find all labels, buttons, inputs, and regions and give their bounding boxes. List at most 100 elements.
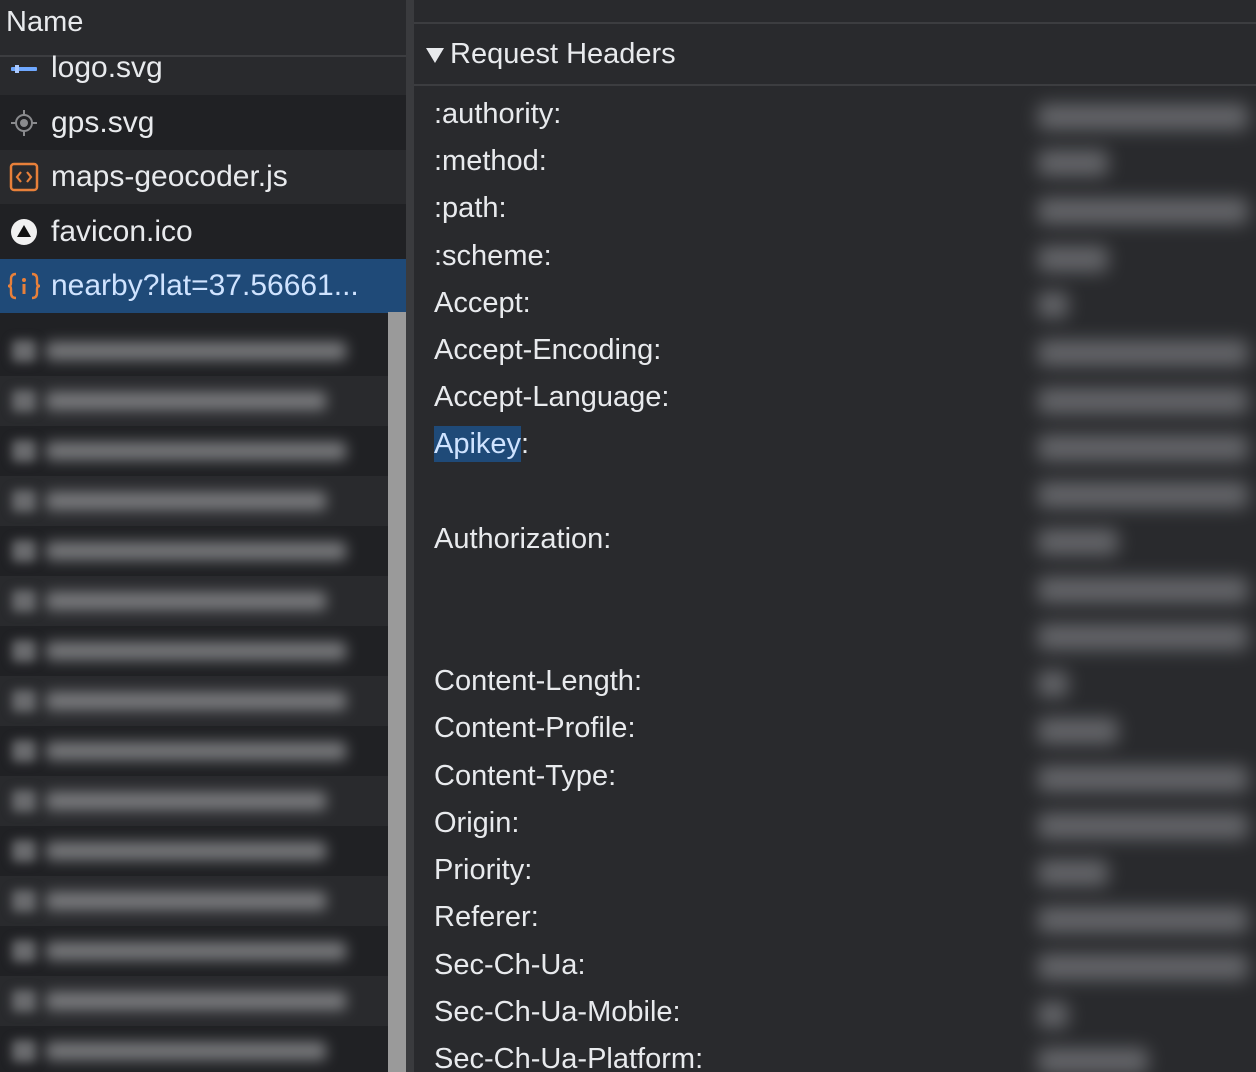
redacted-row[interactable]	[0, 826, 388, 876]
header-separator: :	[653, 334, 662, 366]
redacted-row[interactable]	[0, 876, 388, 926]
header-separator: :	[603, 523, 612, 555]
header-row: Referer:	[434, 901, 539, 934]
headers-panel: Request Headers :authority: :method: :pa…	[414, 0, 1256, 1072]
redacted-row[interactable]	[0, 926, 388, 976]
redacted-header-value	[1038, 577, 1248, 603]
redacted-row[interactable]	[0, 626, 388, 676]
header-key[interactable]: Referer	[434, 901, 531, 933]
header-row: Priority:	[434, 854, 532, 887]
redacted-header-value	[1038, 813, 1248, 839]
logo-image-icon	[6, 57, 42, 81]
redacted-header-value	[1038, 292, 1068, 318]
header-key[interactable]: Accept-Encoding	[434, 334, 653, 366]
header-row: Sec-Ch-Ua:	[434, 949, 586, 982]
header-separator: :	[522, 287, 531, 319]
header-row: Origin:	[434, 807, 519, 840]
header-key[interactable]: Content-Profile	[434, 712, 627, 744]
header-key[interactable]: Accept	[434, 287, 523, 319]
header-key[interactable]: :path	[434, 192, 499, 224]
redacted-header-value	[1038, 104, 1248, 130]
redacted-row[interactable]	[0, 326, 388, 376]
header-row: Content-Length:	[434, 665, 642, 698]
redacted-header-value	[1038, 766, 1248, 792]
redacted-row[interactable]	[0, 476, 388, 526]
header-separator: :	[543, 240, 552, 272]
request-name: favicon.ico	[51, 215, 193, 248]
redacted-row[interactable]	[0, 376, 388, 426]
request-name: nearby?lat=37.56661...	[51, 269, 359, 302]
header-row: Accept:	[434, 287, 531, 320]
redacted-row[interactable]	[0, 1026, 388, 1072]
request-headers-section-header[interactable]: Request Headers	[414, 24, 1256, 86]
gps-crosshair-icon	[6, 105, 42, 141]
redacted-header-value	[1038, 624, 1248, 650]
name-column-header[interactable]: Name	[0, 0, 406, 57]
header-row: Accept-Language:	[434, 381, 669, 414]
header-key[interactable]: Sec-Ch-Ua-Mobile	[434, 996, 673, 1028]
redacted-header-value	[1038, 907, 1248, 933]
request-name: gps.svg	[51, 106, 155, 139]
redacted-row[interactable]	[0, 676, 388, 726]
header-separator: :	[608, 760, 617, 792]
request-row-nearby[interactable]: nearby?lat=37.56661...	[0, 259, 406, 313]
redacted-header-value	[1038, 150, 1108, 176]
header-key[interactable]: Content-Type	[434, 760, 608, 792]
header-row: :path:	[434, 192, 507, 225]
redacted-row[interactable]	[0, 976, 388, 1026]
redacted-request-rows	[0, 312, 388, 1072]
header-key-highlighted[interactable]: Apikey	[434, 426, 522, 462]
redacted-row[interactable]	[0, 776, 388, 826]
redacted-header-value	[1038, 1048, 1148, 1072]
header-row: :method:	[434, 145, 547, 178]
header-key[interactable]: Priority	[434, 854, 524, 886]
request-row-gps-svg[interactable]: gps.svg	[0, 96, 406, 150]
header-key[interactable]: Sec-Ch-Ua-Platform	[434, 1043, 695, 1072]
request-row-logo-svg[interactable]: logo.svg	[0, 51, 406, 95]
redacted-row[interactable]	[0, 726, 388, 776]
header-row: :scheme:	[434, 240, 552, 273]
header-separator: :	[633, 665, 642, 697]
header-key[interactable]: :method	[434, 145, 539, 177]
header-key[interactable]: Content-Length	[434, 665, 634, 697]
header-separator: :	[695, 1043, 704, 1072]
header-key[interactable]: Authorization	[434, 523, 603, 555]
header-separator: :	[577, 949, 586, 981]
redacted-header-value	[1038, 671, 1068, 697]
redacted-header-value	[1038, 388, 1248, 414]
redacted-header-value	[1038, 246, 1108, 272]
redacted-header-value	[1038, 435, 1248, 461]
header-separator: :	[538, 145, 547, 177]
panel-toolbar	[414, 0, 1256, 24]
header-key[interactable]: :authority	[434, 98, 553, 130]
redacted-row[interactable]	[0, 576, 388, 626]
request-list-scrollbar[interactable]	[388, 312, 406, 1072]
request-row-maps-geocoder-js[interactable]: maps-geocoder.js	[0, 150, 406, 204]
redacted-row[interactable]	[0, 426, 388, 476]
section-title: Request Headers	[450, 38, 676, 70]
redacted-header-value	[1038, 860, 1108, 886]
header-separator: :	[661, 381, 670, 413]
expand-triangle-icon[interactable]	[426, 48, 444, 63]
header-separator: :	[672, 996, 681, 1028]
header-key[interactable]: Sec-Ch-Ua	[434, 949, 577, 981]
redacted-header-value	[1038, 198, 1248, 224]
header-row: Authorization:	[434, 523, 611, 556]
redacted-header-value	[1038, 718, 1118, 744]
header-key[interactable]: Accept-Language	[434, 381, 661, 413]
request-name: logo.svg	[51, 51, 163, 84]
redacted-header-value	[1038, 340, 1248, 366]
header-separator: :	[530, 901, 539, 933]
request-row-favicon-ico[interactable]: favicon.ico	[0, 205, 406, 259]
header-key[interactable]: Origin	[434, 807, 511, 839]
header-separator: :	[498, 192, 507, 224]
redacted-header-value	[1038, 529, 1118, 555]
redacted-header-value	[1038, 482, 1248, 508]
name-column-label: Name	[6, 6, 84, 38]
header-separator: :	[553, 98, 562, 130]
redacted-row[interactable]	[0, 526, 388, 576]
panel-resize-divider[interactable]	[406, 0, 414, 1072]
header-key[interactable]: :scheme	[434, 240, 544, 272]
header-separator: :	[627, 712, 636, 744]
header-row: :authority:	[434, 98, 561, 131]
